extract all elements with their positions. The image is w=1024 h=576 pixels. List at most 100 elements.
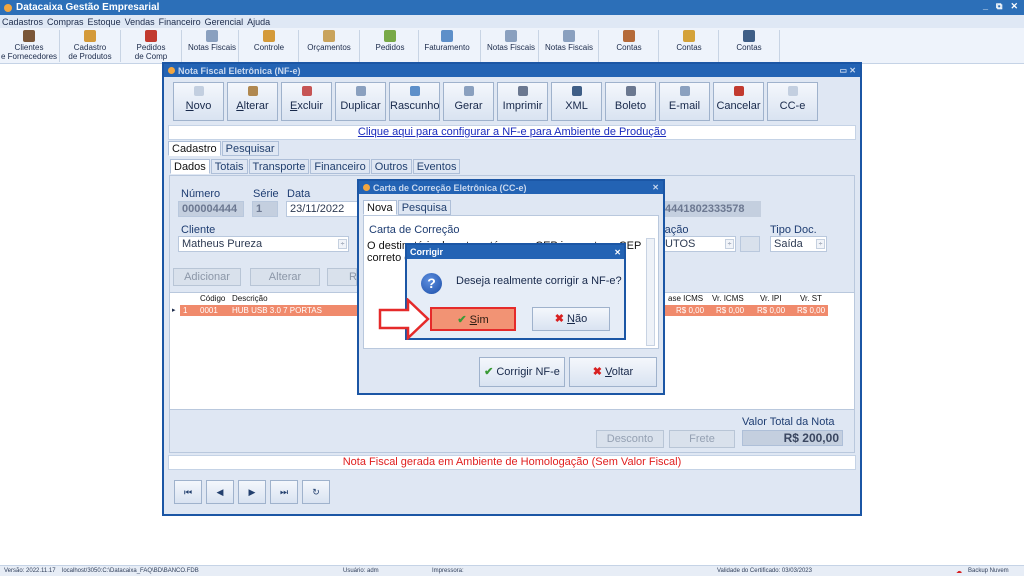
order-book-icon: [145, 30, 157, 42]
tab-transporte[interactable]: Transporte: [248, 159, 310, 174]
tab-dados[interactable]: Dados: [170, 159, 210, 174]
invoice-icon: [563, 30, 575, 42]
alterar-item-button[interactable]: Alterar: [250, 268, 320, 286]
data-field[interactable]: 23/11/2022: [286, 201, 358, 217]
confirm-close-button[interactable]: ✕: [614, 248, 621, 257]
cliente-field[interactable]: Matheus Pureza ÷: [178, 236, 349, 252]
email-button[interactable]: E-mail: [659, 82, 710, 121]
users-icon: [23, 30, 35, 42]
status-database: localhost/3050:C:\Datacaixa_FAQ\BD\BANCO…: [62, 568, 199, 574]
menu-ajuda[interactable]: Ajuda: [247, 17, 270, 27]
confirm-question: Deseja realmente corrigir a NF-e?: [456, 275, 622, 287]
col-codigo: Código: [200, 294, 226, 303]
app-titlebar: Datacaixa Gestão Empresarial _ ⧉ ✕: [0, 0, 1024, 15]
app-logo-icon: [4, 3, 12, 12]
menu-financeiro[interactable]: Financeiro: [159, 17, 201, 27]
menu-compras[interactable]: Compras: [47, 17, 84, 27]
tipo-doc-field[interactable]: Saída ÷: [770, 236, 827, 252]
menu-cadastros[interactable]: Cadastros: [2, 17, 43, 27]
quote-icon: [323, 30, 335, 42]
config-production-link[interactable]: Clique aqui para configurar a NF-e para …: [168, 125, 856, 140]
toolbar-faturamento[interactable]: Faturamento: [418, 29, 476, 63]
first-record-button[interactable]: ⏮: [174, 480, 202, 504]
duplicar-button[interactable]: Duplicar: [335, 82, 386, 121]
cce-button[interactable]: CC-e: [767, 82, 818, 121]
check-icon: ✔: [457, 314, 467, 326]
chave-field: 4441802333578: [661, 201, 761, 217]
menu-bar: Cadastros Compras Estoque Vendas Finance…: [0, 15, 1024, 28]
draft-icon: [409, 86, 420, 96]
receivables-icon: [683, 30, 695, 42]
toolbar-pedidos[interactable]: Pedidos: [361, 29, 419, 63]
status-backup[interactable]: Backup Nuvem: [968, 568, 1009, 574]
tab-outros[interactable]: Outros: [370, 159, 412, 174]
toolbar-notas-fiscais[interactable]: Notas Fiscais: [183, 29, 241, 63]
col-vr-st: Vr. ST: [800, 294, 822, 303]
frete-button[interactable]: Frete: [669, 430, 735, 448]
new-doc-icon: [193, 86, 204, 96]
alterar-button[interactable]: Alterar: [227, 82, 278, 121]
close-button[interactable]: ✕: [1010, 1, 1018, 12]
toolbar-notas-fiscais-3[interactable]: Notas Fiscais: [540, 29, 598, 63]
tab-financeiro[interactable]: Financeiro: [310, 159, 370, 174]
sub-tabs: Dados Totais Transporte Financeiro Outro…: [170, 159, 461, 174]
tab-pesquisar[interactable]: Pesquisar: [221, 141, 279, 156]
desconto-button[interactable]: Desconto: [596, 430, 664, 448]
xml-button[interactable]: XML: [551, 82, 602, 121]
toolbar-produtos[interactable]: Cadastro de Produtos: [61, 29, 119, 63]
voltar-button[interactable]: ✖ Voltar: [569, 357, 657, 387]
remover-item-button[interactable]: R: [327, 268, 357, 286]
tab-eventos[interactable]: Eventos: [412, 159, 461, 174]
restore-button[interactable]: ⧉: [996, 1, 1002, 12]
boleto-button[interactable]: Boleto: [605, 82, 656, 121]
toolbar-contas[interactable]: Contas: [720, 29, 778, 63]
toolbar-controle[interactable]: Controle: [240, 29, 298, 63]
last-record-button[interactable]: ⏭: [270, 480, 298, 504]
confirm-title: Corrigir: [410, 247, 444, 257]
operacao-field[interactable]: UTOS ÷: [661, 236, 736, 252]
toolbar-orcamentos[interactable]: Orçamentos: [300, 29, 358, 63]
tab-pesquisa[interactable]: Pesquisa: [397, 200, 451, 215]
nao-button[interactable]: ✖ Não: [532, 307, 610, 331]
minimize-button[interactable]: _: [983, 1, 988, 12]
sim-button[interactable]: ✔ Sim: [430, 307, 516, 331]
toolbar-pedidos-compra[interactable]: Pedidos de Comp: [122, 29, 180, 63]
toolbar-notas-fiscais-2[interactable]: Notas Fiscais: [482, 29, 540, 63]
tab-totais[interactable]: Totais: [210, 159, 248, 174]
chevron-down-icon[interactable]: ÷: [816, 239, 825, 249]
col-vr-ipi: Vr. IPI: [760, 294, 782, 303]
status-user: Usuário: adm: [343, 568, 379, 574]
numero-label: Número: [181, 188, 221, 200]
total-value: R$ 200,00: [742, 430, 843, 446]
toolbar-clientes[interactable]: Clientes e Fornecedores: [0, 29, 58, 63]
nfe-window-controls[interactable]: ▭ ✕: [840, 66, 856, 75]
novo-button[interactable]: Novo: [173, 82, 224, 121]
toolbar-contas-receber[interactable]: Contas: [660, 29, 718, 63]
excluir-button[interactable]: Excluir: [281, 82, 332, 121]
operacao-lookup-button[interactable]: [740, 236, 760, 252]
menu-gerencial[interactable]: Gerencial: [205, 17, 244, 27]
adicionar-button[interactable]: Adicionar: [173, 268, 241, 286]
cce-scrollbar[interactable]: [646, 238, 655, 346]
next-record-button[interactable]: ▶: [238, 480, 266, 504]
menu-estoque[interactable]: Estoque: [88, 17, 121, 27]
gerar-button[interactable]: Gerar: [443, 82, 494, 121]
corrigir-nfe-button[interactable]: ✔ Corrigir NF-e: [479, 357, 565, 387]
menu-vendas[interactable]: Vendas: [125, 17, 155, 27]
rascunho-button[interactable]: Rascunho: [389, 82, 440, 121]
numero-field: 000004444: [178, 201, 244, 217]
imprimir-button[interactable]: Imprimir: [497, 82, 548, 121]
cce-close-button[interactable]: ✕: [652, 183, 659, 192]
x-icon: ✖: [592, 366, 602, 378]
chevron-down-icon[interactable]: ÷: [338, 239, 347, 249]
chevron-down-icon[interactable]: ÷: [725, 239, 734, 249]
tab-cadastro[interactable]: Cadastro: [168, 141, 221, 156]
cancelar-button[interactable]: Cancelar: [713, 82, 764, 121]
status-bar: Versão: 2022.11.17 localhost/3050:C:\Dat…: [0, 565, 1024, 576]
boxes-icon: [84, 30, 96, 42]
prev-record-button[interactable]: ◀: [206, 480, 234, 504]
refresh-button[interactable]: ↻: [302, 480, 330, 504]
cliente-label: Cliente: [181, 224, 216, 236]
toolbar-contas-pagar[interactable]: Contas: [600, 29, 658, 63]
tab-nova[interactable]: Nova: [363, 200, 397, 215]
